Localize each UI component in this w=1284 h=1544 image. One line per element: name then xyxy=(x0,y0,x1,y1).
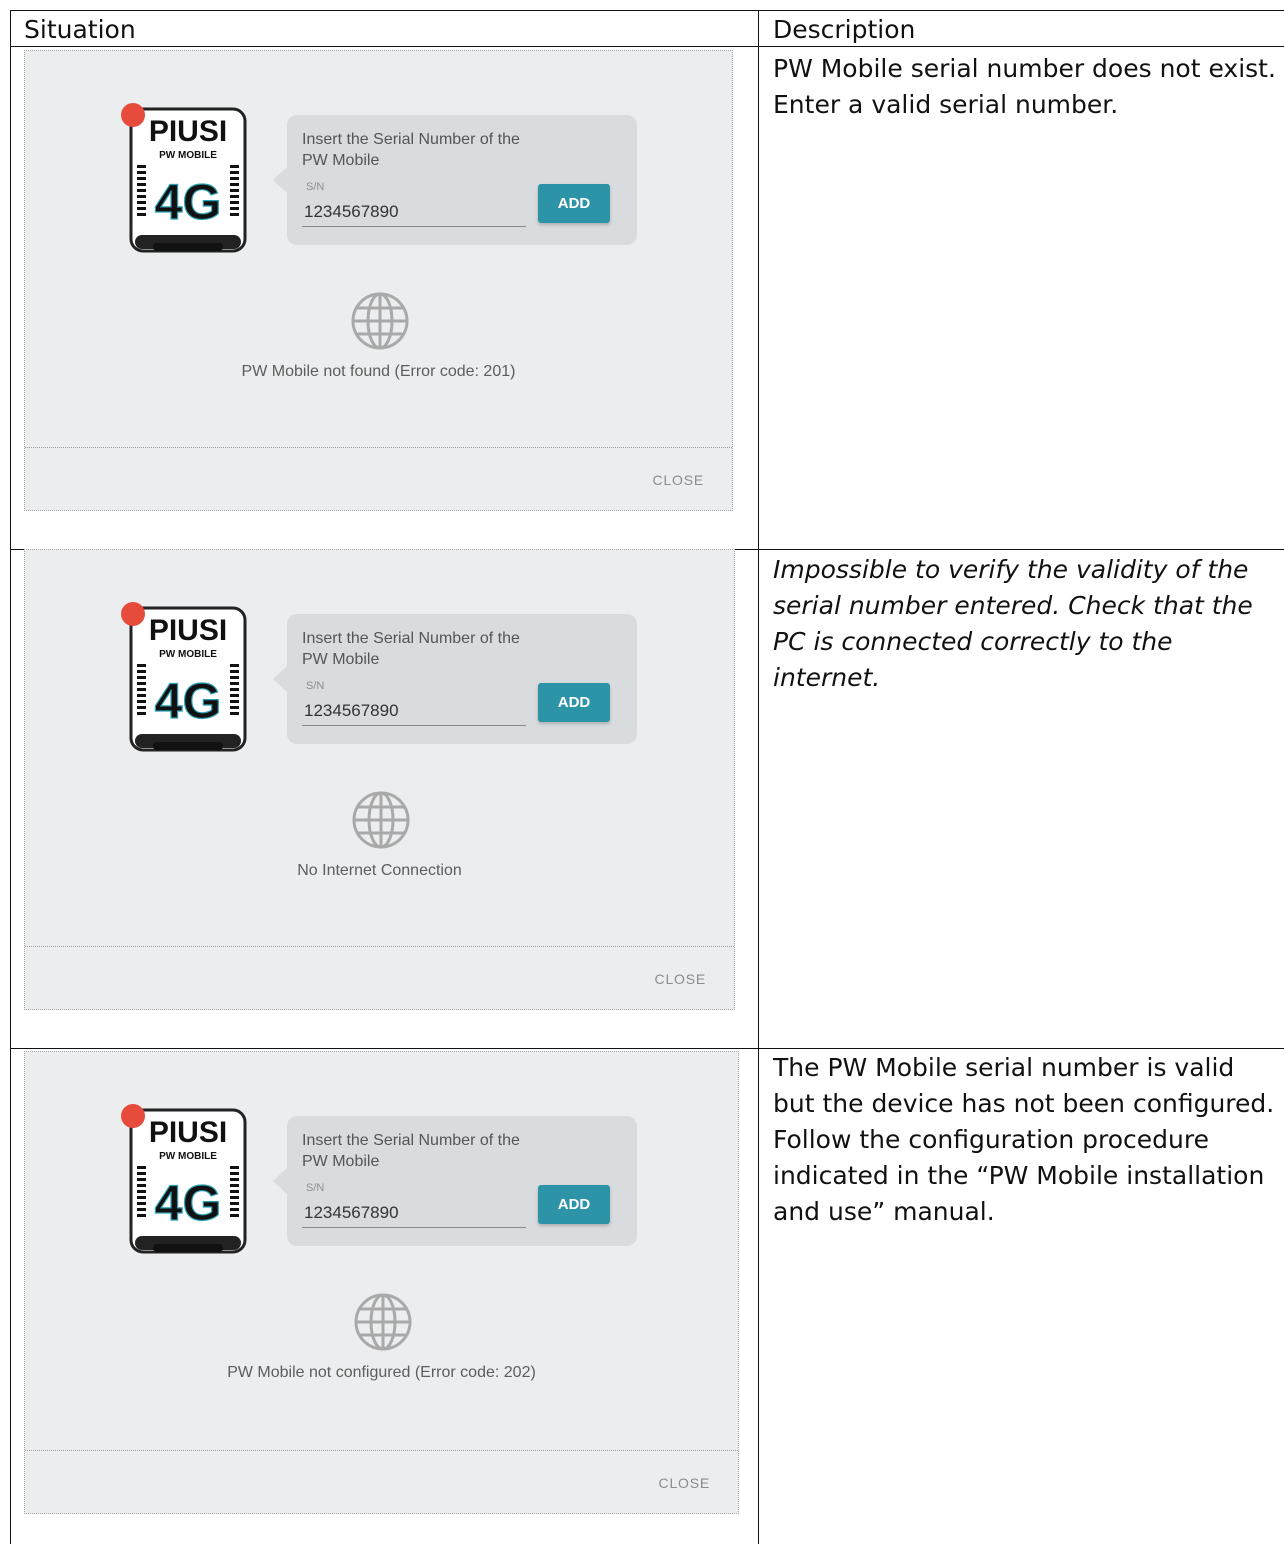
status-message: PW Mobile not found (Error code: 201) xyxy=(241,363,516,380)
status-dot-icon xyxy=(121,103,145,127)
device-brand: PIUSI xyxy=(149,1116,227,1149)
status-dot-icon xyxy=(121,1104,145,1128)
serial-number-label: S/N xyxy=(306,1182,325,1194)
column-divider xyxy=(758,10,759,1544)
dialog-footer: CLOSE xyxy=(25,946,734,1009)
serial-number-input[interactable] xyxy=(302,197,526,227)
globe-icon xyxy=(350,291,410,351)
description-row-2: Impossible to verify the validity of the… xyxy=(773,555,1253,692)
device-model: PW MOBILE xyxy=(159,150,217,161)
header-description: Description xyxy=(773,15,916,44)
close-button[interactable]: CLOSE xyxy=(653,472,704,488)
status-dot-icon xyxy=(121,602,145,626)
globe-icon xyxy=(351,790,411,850)
serial-number-prompt: Insert the Serial Number of the PW Mobil… xyxy=(302,1132,520,1170)
add-button[interactable]: ADD xyxy=(538,184,610,223)
device-network: 4G xyxy=(155,1175,222,1231)
add-device-dialog: PIUSI PW MOBILE 4G Insert the Serial Num… xyxy=(24,1051,739,1514)
close-button[interactable]: CLOSE xyxy=(655,971,706,987)
serial-number-prompt: Insert the Serial Number of the PW Mobil… xyxy=(302,131,520,169)
description-row-3: The PW Mobile serial number is valid but… xyxy=(773,1053,1275,1226)
description-row-1: PW Mobile serial number does not exist. … xyxy=(773,54,1276,119)
device-icon: PIUSI PW MOBILE 4G xyxy=(129,1108,247,1254)
dialog-footer: CLOSE xyxy=(25,1450,738,1513)
dialog-footer: CLOSE xyxy=(25,447,732,510)
serial-number-input[interactable] xyxy=(302,1198,526,1228)
serial-number-label: S/N xyxy=(306,680,325,692)
serial-number-input[interactable] xyxy=(302,696,526,726)
serial-number-prompt: Insert the Serial Number of the PW Mobil… xyxy=(302,630,520,668)
add-button[interactable]: ADD xyxy=(538,1185,610,1224)
device-network: 4G xyxy=(155,174,222,230)
serial-number-label: S/N xyxy=(306,181,325,193)
device-icon: PIUSI PW MOBILE 4G xyxy=(129,606,247,752)
serial-number-bubble: Insert the Serial Number of the PW Mobil… xyxy=(273,614,637,744)
row-divider xyxy=(10,1048,1284,1049)
status-message: PW Mobile not configured (Error code: 20… xyxy=(227,1364,536,1381)
header-situation: Situation xyxy=(24,15,136,44)
serial-number-bubble: Insert the Serial Number of the PW Mobil… xyxy=(273,115,637,245)
device-brand: PIUSI xyxy=(149,115,227,148)
device-brand: PIUSI xyxy=(149,614,227,647)
add-device-dialog: PIUSI PW MOBILE 4G Insert the Serial Num… xyxy=(24,50,733,511)
globe-icon xyxy=(353,1292,413,1352)
close-button[interactable]: CLOSE xyxy=(659,1475,710,1491)
device-model: PW MOBILE xyxy=(159,1151,217,1162)
status-message: No Internet Connection xyxy=(297,862,462,879)
device-network: 4G xyxy=(155,673,222,729)
add-button[interactable]: ADD xyxy=(538,683,610,722)
serial-number-bubble: Insert the Serial Number of the PW Mobil… xyxy=(273,1116,637,1246)
device-icon: PIUSI PW MOBILE 4G xyxy=(129,107,247,253)
header-divider xyxy=(10,46,1284,47)
add-device-dialog: PIUSI PW MOBILE 4G Insert the Serial Num… xyxy=(24,549,735,1010)
device-model: PW MOBILE xyxy=(159,649,217,660)
